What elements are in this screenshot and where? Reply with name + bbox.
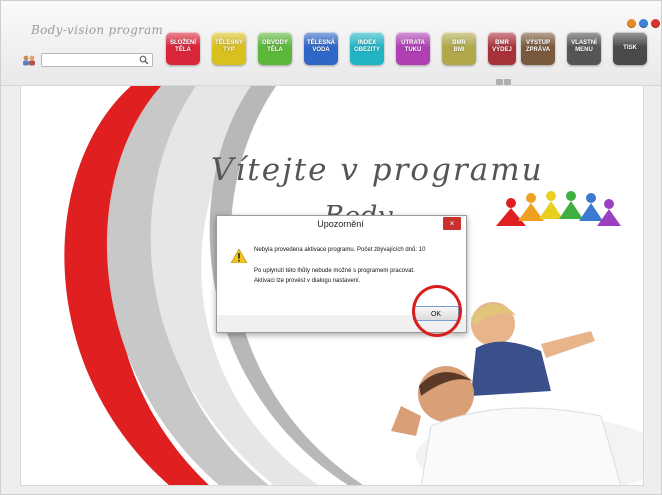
tab-body-circumference[interactable]: OBVODY TĚLA <box>258 32 292 65</box>
dialog-message-line2: Po uplynutí této lhůty nebude možné s pr… <box>254 268 415 274</box>
tab-body-water[interactable]: TĚLESNÁ VODA <box>304 32 338 65</box>
tab-bmr-expense-label: BMR VÝDEJ <box>492 40 512 53</box>
colorful-figures-icon <box>496 191 621 226</box>
tab-fat-burn[interactable]: ÚTRATA TUKU <box>396 32 430 65</box>
minimize-icon[interactable] <box>627 19 636 28</box>
app-window: Body-vision program SLOŽENÍ TĚLA TĚLESNÝ… <box>0 0 662 495</box>
highlight-circle <box>412 285 462 337</box>
tab-bmr-bmi[interactable]: BMR BMI <box>442 32 476 65</box>
tab-body-circumference-label: OBVODY TĚLA <box>261 40 288 53</box>
dialog-close-button[interactable]: × <box>443 217 461 230</box>
people-icon[interactable] <box>22 55 36 66</box>
tab-body-water-label: TĚLESNÁ VODA <box>306 40 335 53</box>
search-icon[interactable] <box>139 55 149 65</box>
toolbar: Body-vision program SLOŽENÍ TĚLA TĚLESNÝ… <box>1 1 661 86</box>
tab-obesity-index[interactable]: INDEX OBEZITY <box>350 32 384 65</box>
dialog-titlebar: Upozornění × <box>217 216 466 234</box>
settings-icon[interactable] <box>639 19 648 28</box>
tab-body-composition[interactable]: SLOŽENÍ TĚLA <box>166 32 200 65</box>
tab-obesity-index-label: INDEX OBEZITY <box>353 40 380 53</box>
close-icon[interactable] <box>651 19 660 28</box>
brand-logo: Body-vision program <box>31 23 164 37</box>
toolbar-pager[interactable] <box>496 72 514 85</box>
tab-custom-menu[interactable]: VLASTNÍ MENU <box>567 32 601 65</box>
tab-report[interactable]: VÝSTUP ZPRÁVA <box>521 32 555 65</box>
tab-body-composition-label: SLOŽENÍ TĚLA <box>169 40 196 53</box>
tab-body-type[interactable]: TĚLESNÝ TYP <box>212 32 246 65</box>
dialog-message-line1: Nebyla provedena aktivace programu. Poče… <box>254 247 426 253</box>
tab-bmr-expense[interactable]: BMR VÝDEJ <box>488 32 516 65</box>
dialog-title: Upozornění <box>317 219 364 229</box>
tab-bmr-bmi-label: BMR BMI <box>452 40 466 53</box>
warning-icon <box>231 249 247 263</box>
tab-report-label: VÝSTUP ZPRÁVA <box>525 40 551 53</box>
tab-print[interactable]: TISK <box>613 32 647 65</box>
welcome-title: Vítejte v programu <box>211 152 544 188</box>
dialog-message-line3: Aktivaci lze provést v dialogu nastavení… <box>254 278 361 284</box>
tab-custom-menu-label: VLASTNÍ MENU <box>571 40 597 53</box>
tab-body-type-label: TĚLESNÝ TYP <box>215 40 243 53</box>
search-input[interactable] <box>41 53 153 67</box>
tab-print-label: TISK <box>623 45 637 51</box>
tab-fat-burn-label: ÚTRATA TUKU <box>401 40 425 53</box>
